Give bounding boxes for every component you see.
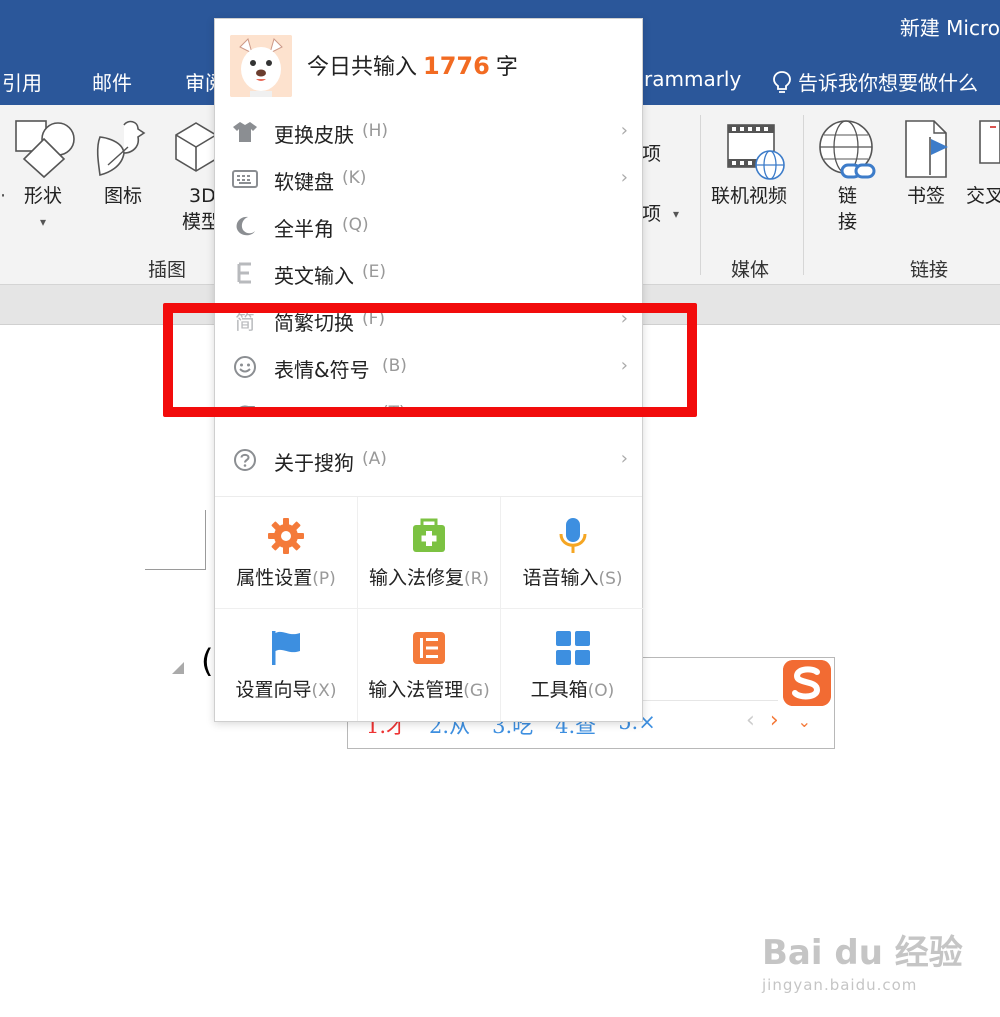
sogou-logo-icon[interactable] <box>783 660 831 706</box>
tool-voice-input[interactable]: 语音输入(S) <box>501 497 644 609</box>
menu-item-shortcut: (A) <box>362 449 387 469</box>
grid-icon <box>555 631 590 665</box>
manage-icon <box>413 632 445 664</box>
online-video-icon[interactable] <box>726 121 788 181</box>
icons-label[interactable]: 图标 <box>104 183 142 209</box>
menu-item-english-input[interactable]: 英文输入 (E) <box>215 250 642 297</box>
tab-references[interactable]: 引用 <box>2 67 42 96</box>
group-illustrations: 插图 <box>148 259 187 281</box>
submenu-chevron-icon: › <box>620 167 628 188</box>
daily-input-count: 今日共输入 1776 字 <box>307 49 518 81</box>
tab-mailings[interactable]: 邮件 <box>92 67 132 96</box>
count-suffix: 字 <box>495 55 518 80</box>
avatar <box>230 35 292 97</box>
menu-item-shortcut: (H) <box>362 121 389 141</box>
tab-grammarly[interactable]: rammarly <box>644 67 741 91</box>
tool-ime-management[interactable]: 输入法管理(G) <box>358 609 501 721</box>
shapes-icon[interactable] <box>12 117 78 179</box>
moon-icon <box>232 213 258 239</box>
cube-icon[interactable] <box>174 119 218 179</box>
model3d-label-1[interactable]: 3D <box>189 183 216 209</box>
gear-icon <box>268 518 304 554</box>
bookmark-icon[interactable] <box>902 119 952 181</box>
submenu-chevron-icon: › <box>620 448 628 469</box>
tool-label: 输入法修复(R) <box>368 567 490 589</box>
tell-me-label: 告诉我你想要做什么 <box>798 71 978 95</box>
left-cut-arrow: · <box>0 185 7 207</box>
tool-label: 属性设置(P) <box>236 567 336 589</box>
menu-item-label: 英文输入 <box>274 264 354 288</box>
menu-item-shortcut: (Q) <box>342 215 369 235</box>
tool-label: 工具箱(O) <box>530 679 615 701</box>
link-label-1[interactable]: 链 <box>838 183 857 209</box>
microphone-icon <box>559 518 586 553</box>
prev-page-icon[interactable]: ‹ <box>746 708 755 733</box>
tool-label: 语音输入(S) <box>522 567 623 589</box>
ribbon-separator <box>700 115 701 275</box>
flag-icon <box>272 631 300 665</box>
menu-item-about-sogou[interactable]: 关于搜狗 (A) › <box>215 437 642 484</box>
menu-item-shortcut: (K) <box>342 168 367 188</box>
page-corner-mark-horizontal <box>145 569 206 570</box>
tool-properties[interactable]: 属性设置(P) <box>215 497 358 609</box>
window-title: 新建 Micro <box>899 16 1000 40</box>
menu-item-label: 全半角 <box>274 217 334 241</box>
lightbulb-icon <box>773 70 791 93</box>
tool-toolbox[interactable]: 工具箱(O) <box>501 609 644 721</box>
shapes-label[interactable]: 形状 <box>24 183 62 209</box>
menu-item-label: 更换皮肤 <box>274 123 354 147</box>
ribbon-separator-2 <box>803 115 804 275</box>
highlight-annotation-box <box>163 303 697 417</box>
ribbon-item-a[interactable]: 项 <box>642 141 661 167</box>
menu-item-soft-keyboard[interactable]: 软键盘 (K) › <box>215 156 642 203</box>
medkit-icon <box>413 518 445 552</box>
next-page-icon[interactable]: › <box>770 708 779 733</box>
dog-mascot-icon <box>230 35 292 97</box>
watermark-sub: jingyan.baidu.com <box>762 976 918 994</box>
menu-item-label: 软键盘 <box>274 170 334 194</box>
expand-chevron-icon[interactable]: ⌄ <box>798 712 811 731</box>
tool-ime-repair[interactable]: 输入法修复(R) <box>358 497 501 609</box>
tools-grid: 属性设置(P) 输入法修复(R) 语音输入(S) 设置向导(X) 输入法管理(G… <box>215 497 644 722</box>
shirt-icon <box>232 119 258 145</box>
menu-item-change-skin[interactable]: 更换皮肤 (H) › <box>215 109 642 156</box>
cross-reference-icon[interactable] <box>976 119 1000 165</box>
group-media: 媒体 <box>731 259 770 281</box>
count-prefix: 今日共输入 <box>307 55 418 80</box>
page-corner-mark-vertical <box>205 510 206 570</box>
baidu-watermark: Bai du 经验 jingyan.baidu.com <box>762 925 963 994</box>
online-video-label[interactable]: 联机视频 <box>711 183 787 209</box>
paragraph-marker <box>172 662 184 674</box>
tell-me-search[interactable]: 告诉我你想要做什么 <box>772 67 978 96</box>
watermark-main: Bai du 经验 <box>762 933 963 973</box>
tool-label: 设置向导(X) <box>235 679 337 701</box>
item-b-dropdown-arrow[interactable]: ▾ <box>673 201 679 227</box>
shapes-dropdown-arrow[interactable]: ▾ <box>40 209 46 235</box>
tool-setup-wizard[interactable]: 设置向导(X) <box>215 609 358 721</box>
menu-item-shortcut: (E) <box>362 262 387 282</box>
submenu-chevron-icon: › <box>620 120 628 141</box>
icons-icon[interactable] <box>94 117 156 179</box>
count-value: 1776 <box>423 52 490 80</box>
candidate-navigation: ‹ › ⌄ <box>746 708 811 733</box>
menu-item-full-half-width[interactable]: 全半角 (Q) <box>215 203 642 250</box>
help-icon <box>232 447 258 473</box>
link-icon[interactable] <box>816 117 882 183</box>
cross-reference-label[interactable]: 交叉 <box>966 183 1000 209</box>
keyboard-icon <box>232 166 258 192</box>
group-links: 链接 <box>910 259 949 281</box>
bookmark-label[interactable]: 书签 <box>907 183 945 209</box>
ribbon-item-b[interactable]: 项 <box>642 201 661 227</box>
tool-label: 输入法管理(G) <box>368 679 490 701</box>
letter-e-icon <box>232 260 258 286</box>
link-label-2[interactable]: 接 <box>838 209 857 235</box>
menu-header: 今日共输入 1776 字 <box>215 19 642 115</box>
menu-item-label: 关于搜狗 <box>274 451 354 475</box>
document-text-paren: ( <box>201 642 214 680</box>
